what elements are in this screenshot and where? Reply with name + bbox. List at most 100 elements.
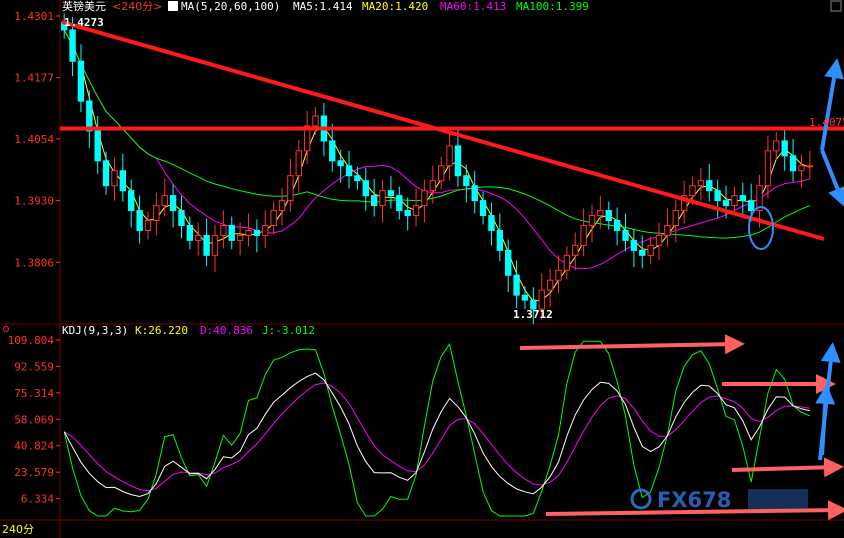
candle-body [488, 215, 495, 231]
candle-body [689, 185, 696, 197]
kdj-j-value: J:-3.012 [262, 324, 315, 337]
candle-body [773, 140, 780, 152]
candle-body [806, 165, 813, 168]
ma-line-ma20 [63, 29, 810, 270]
candle-body [546, 279, 554, 291]
candle-body [454, 145, 462, 177]
candle-body [789, 155, 797, 172]
y-tick-label: 1.3806 [14, 256, 54, 269]
kdj-tick-label: 109.804 [8, 334, 55, 347]
kdj-tick-label: 40.824 [14, 440, 54, 453]
candle-body [220, 224, 227, 236]
candle-body [672, 210, 679, 226]
candle-body [513, 274, 520, 296]
candle-body [479, 200, 487, 217]
main-y-axis: 1.4301 1.4177 1.4054 1.3930 1.3806 [14, 10, 60, 269]
scroll-up-icon[interactable] [830, 0, 842, 12]
candle-body [362, 180, 369, 197]
watermark-text: FX678 [657, 488, 731, 512]
candle-body [94, 130, 101, 162]
candle-body [655, 234, 663, 246]
candle-body [312, 115, 319, 127]
candle-body [245, 229, 252, 236]
candle-body [287, 175, 294, 202]
y-tick-label: 1.4177 [14, 72, 54, 85]
ma100-value: MA100:1.399 [516, 0, 589, 13]
candle-body [664, 224, 671, 236]
candle-body [630, 239, 638, 251]
indicator-toggle-icon[interactable] [3, 326, 9, 332]
candle-body [262, 224, 269, 236]
candle-body [412, 205, 420, 217]
kdj-tick-label: 23.579 [14, 466, 54, 479]
candle-body [370, 195, 378, 207]
candle-body [613, 220, 621, 231]
candle-body [396, 195, 403, 212]
kdj-k-line [63, 372, 810, 498]
candle-body [521, 294, 529, 301]
bullish-arrow [820, 58, 844, 151]
candle-body [337, 160, 344, 167]
kdj-up-arrow-2 [815, 384, 836, 456]
candle-body [446, 145, 453, 167]
y-tick-label: 1.4054 [14, 133, 54, 146]
candle-body [354, 175, 361, 182]
kdj-d-value: D:40.836 [200, 324, 253, 337]
candle-body [798, 165, 805, 172]
candle-body [555, 269, 562, 281]
candlestick-series [61, 13, 813, 324]
candle-body [597, 210, 604, 217]
candle-body [387, 190, 395, 197]
candle-body [438, 165, 445, 182]
candle-body [647, 244, 654, 256]
candle-body [195, 234, 202, 241]
candle-body [128, 190, 135, 212]
candle-body [588, 215, 596, 226]
bearish-arrow [820, 149, 844, 208]
candle-body [505, 249, 512, 276]
candle-body [203, 234, 210, 256]
candle-body [471, 185, 478, 202]
candle-body [572, 244, 579, 256]
candle-body [178, 210, 185, 226]
kdj-tick-label: 75.314 [14, 387, 54, 400]
period-selector[interactable]: 240分 [2, 523, 34, 536]
candle-body [186, 224, 194, 241]
period-tag: <240分> [112, 0, 162, 13]
level-label: 1.4075 [809, 116, 844, 129]
candle-body [739, 195, 746, 202]
candle-body [236, 234, 244, 241]
candle-body [538, 289, 545, 310]
candle-body [463, 175, 470, 187]
ma60-value: MA60:1.413 [440, 0, 506, 13]
highlight-circle [748, 206, 774, 250]
candle-body [722, 200, 730, 207]
kdj-tick-label: 6.334 [21, 493, 54, 506]
y-tick-label: 1.3930 [14, 195, 54, 208]
candle-body [639, 249, 646, 256]
candle-body [379, 190, 386, 207]
candle-body [111, 170, 118, 187]
high-label: 1.4273 [64, 16, 104, 29]
candle-body [706, 180, 713, 192]
candle-body [714, 190, 721, 202]
candle-body [211, 234, 219, 256]
candle-body [764, 150, 772, 187]
candle-body [622, 229, 629, 241]
candle-body [228, 224, 235, 241]
candle-body [404, 210, 411, 217]
candle-body [295, 150, 302, 177]
candle-body [731, 195, 738, 207]
candle-body [144, 220, 152, 231]
watermark: FX678 [630, 488, 808, 512]
candle-body [429, 180, 437, 192]
candle-body [102, 160, 110, 187]
ma20-value: MA20:1.420 [362, 0, 428, 13]
kdj-tick-label: 58.069 [14, 413, 54, 426]
candle-body [169, 195, 177, 212]
ma-settings-icon[interactable] [168, 1, 178, 11]
kdj-k-value: K:26.220 [135, 324, 188, 337]
candle-body [69, 29, 76, 62]
kdj-label: KDJ(9,3,3) [62, 324, 128, 337]
ma5-value: MA5:1.414 [293, 0, 353, 13]
